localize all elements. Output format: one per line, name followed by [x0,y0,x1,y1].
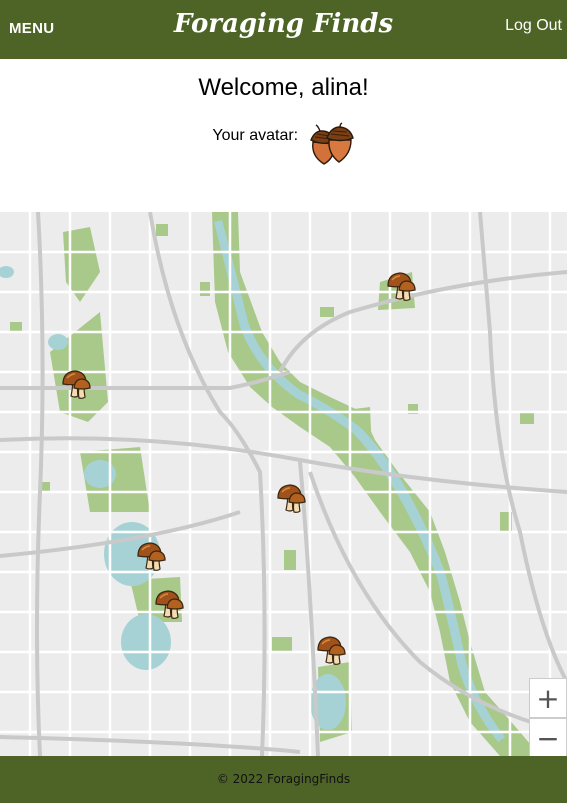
top-nav-bar: MENU Foraging Finds Log Out [0,0,567,59]
logout-button[interactable]: Log Out [505,17,562,35]
map-view[interactable]: + − [0,212,567,756]
welcome-heading: Welcome, alina! [198,74,369,101]
avatar-row: Your avatar: [0,122,567,170]
copyright-text: © 2022 ForagingFinds [216,772,351,786]
mushroom-marker[interactable] [386,270,416,302]
zoom-out-button[interactable]: − [529,718,567,756]
app-title: Foraging Finds [173,9,394,39]
mushroom-marker[interactable] [136,540,166,572]
mushroom-marker[interactable] [316,634,346,666]
footer: © 2022 ForagingFinds [0,756,567,803]
avatar-label: Your avatar: [212,127,299,145]
acorn-icon [309,122,354,165]
mushroom-marker[interactable] [276,482,306,514]
mushroom-marker[interactable] [61,368,91,400]
mushroom-marker[interactable] [154,588,184,620]
zoom-in-button[interactable]: + [529,678,567,718]
